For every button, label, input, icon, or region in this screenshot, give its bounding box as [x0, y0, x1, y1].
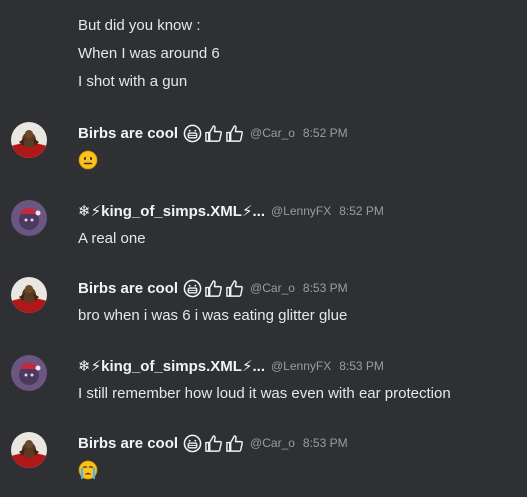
username-emoji	[183, 124, 244, 143]
message-header: Birbs are cool @Car_o 8:53 PM	[78, 432, 348, 454]
grin-icon	[183, 124, 202, 142]
username[interactable]: ❄⚡king_of_simps.XML⚡...	[78, 202, 265, 220]
birb-avatar-icon	[11, 277, 47, 313]
birb-avatar-icon	[11, 122, 47, 158]
message-text: A real one	[78, 230, 146, 247]
birb-avatar-icon	[11, 432, 47, 468]
timestamp: 8:52 PM	[339, 204, 384, 218]
king-avatar-icon	[11, 200, 47, 236]
username-emoji	[183, 434, 244, 453]
thumbs-up-icon	[205, 434, 222, 452]
message-header: ❄⚡king_of_simps.XML⚡... @LennyFX 8:52 PM	[78, 200, 384, 222]
user-handle: @LennyFX	[271, 204, 332, 218]
timestamp: 8:53 PM	[302, 436, 348, 450]
thumbs-up-icon	[226, 279, 243, 297]
grin-icon	[183, 279, 202, 297]
username[interactable]: Birbs are cool	[78, 280, 178, 297]
timestamp: 8:53 PM	[302, 281, 348, 295]
username[interactable]: ❄⚡king_of_simps.XML⚡...	[78, 357, 265, 375]
user-handle: @Car_o	[250, 281, 295, 295]
avatar-birbs[interactable]	[11, 277, 47, 313]
timestamp: 8:52 PM	[302, 126, 348, 140]
king-avatar-icon	[11, 355, 47, 391]
message-header: Birbs are cool @Car_o 8:52 PM	[78, 122, 348, 144]
user-handle: @LennyFX	[271, 359, 332, 373]
username[interactable]: Birbs are cool	[78, 125, 178, 142]
thumbs-up-icon	[205, 124, 222, 142]
crying-face-icon	[78, 460, 98, 480]
avatar-king[interactable]	[11, 355, 47, 391]
neutral-face-icon	[78, 150, 98, 170]
timestamp: 8:53 PM	[339, 359, 384, 373]
message-text: I still remember how loud it was even wi…	[78, 385, 451, 402]
grin-icon	[183, 434, 202, 452]
thumbs-up-icon	[226, 434, 243, 452]
user-handle: @Car_o	[250, 126, 295, 140]
chat-log: But did you know : When I was around 6 I…	[0, 0, 527, 497]
avatar-king[interactable]	[11, 200, 47, 236]
message-header: Birbs are cool @Car_o 8:53 PM	[78, 277, 348, 299]
user-handle: @Car_o	[250, 436, 295, 450]
thumbs-up-icon	[226, 124, 243, 142]
message-text: bro when i was 6 i was eating glitter gl…	[78, 307, 348, 324]
username-emoji	[183, 279, 244, 298]
avatar-birbs[interactable]	[11, 122, 47, 158]
username[interactable]: Birbs are cool	[78, 435, 178, 452]
message-header: ❄⚡king_of_simps.XML⚡... @LennyFX 8:53 PM	[78, 355, 384, 377]
thumbs-up-icon	[205, 279, 222, 297]
avatar-birbs[interactable]	[11, 432, 47, 468]
message-line: But did you know :	[78, 17, 201, 34]
message-line: I shot with a gun	[78, 73, 188, 90]
message-line: When I was around 6	[78, 45, 220, 62]
